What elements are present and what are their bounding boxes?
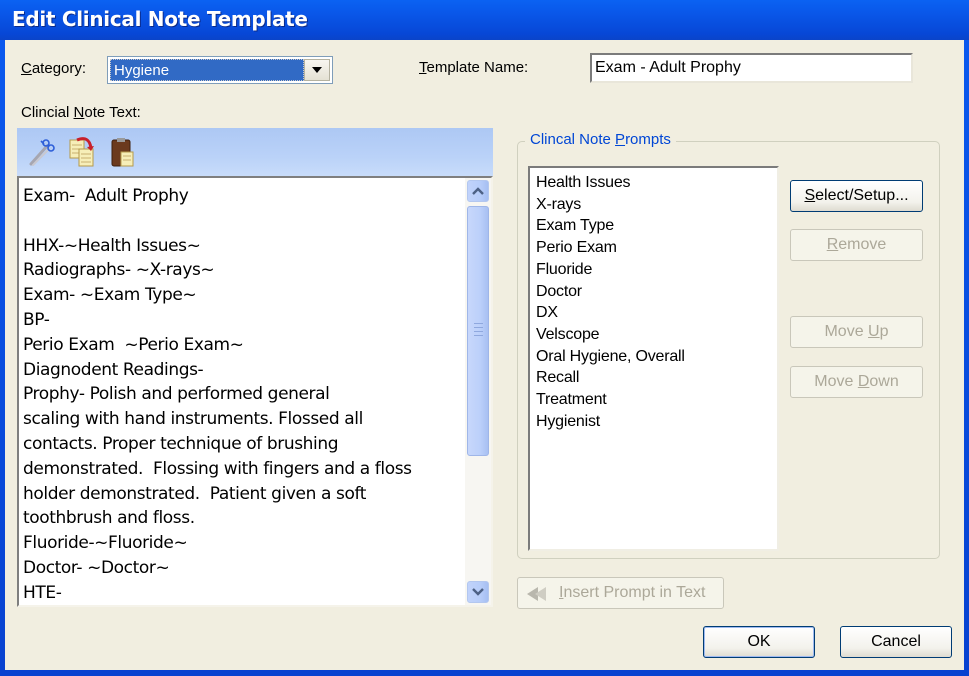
- chevron-down-icon: [472, 588, 484, 596]
- category-label-text: ategory:: [31, 60, 87, 77]
- double-arrow-left-icon: [527, 587, 546, 601]
- thumb-grip-line: [474, 335, 483, 336]
- ok-button[interactable]: OK: [703, 626, 815, 658]
- prompt-list-item[interactable]: Perio Exam: [536, 237, 777, 259]
- scroll-thumb[interactable]: [467, 206, 489, 456]
- category-dropdown[interactable]: Hygiene: [107, 56, 333, 84]
- remove-label: emove: [838, 236, 887, 253]
- category-label-mnemonic: C: [21, 60, 32, 77]
- note-text-label: Clincial Note Text:: [21, 104, 141, 121]
- note-text-label-text: ote Text:: [84, 104, 141, 121]
- select-setup-label: elect/Setup...: [815, 187, 909, 204]
- prompt-list-item[interactable]: Oral Hygiene, Overall: [536, 346, 777, 368]
- clinical-note-text-area[interactable]: Exam- Adult Prophy HHX-~Health Issues~ R…: [17, 176, 493, 607]
- prompt-list-item[interactable]: Velscope: [536, 324, 777, 346]
- template-name-label-text: emplate Name:: [426, 59, 529, 76]
- copy-icon[interactable]: [67, 136, 97, 168]
- prompt-list-item[interactable]: DX: [536, 302, 777, 324]
- chevron-down-icon: [312, 67, 322, 73]
- prompt-list-item[interactable]: Recall: [536, 367, 777, 389]
- insert-prompt-button[interactable]: Insert Prompt in Text: [517, 577, 724, 609]
- select-setup-button[interactable]: Select/Setup...: [790, 180, 923, 212]
- remove-mnemonic: R: [826, 236, 839, 253]
- paste-icon[interactable]: [109, 136, 139, 168]
- template-name-label-mnemonic: T: [419, 59, 427, 76]
- move-up-label: p: [879, 323, 889, 340]
- insert-prompt-text: nsert Prompt in Text: [563, 584, 706, 601]
- prompt-list-item[interactable]: X-rays: [536, 194, 777, 216]
- prompts-group-title: Clincal Note Prompts: [525, 131, 676, 148]
- prompts-title-prefix: Clincal Note: [530, 131, 616, 148]
- template-name-label: Template Name:: [419, 59, 528, 76]
- move-down-label: own: [869, 373, 899, 390]
- remove-button[interactable]: Remove: [790, 229, 923, 261]
- category-label: Category:: [21, 60, 86, 77]
- prompt-list-item[interactable]: Hygienist: [536, 411, 777, 433]
- note-text-label-prefix: Clincial: [21, 104, 74, 121]
- clinical-note-text[interactable]: Exam- Adult Prophy HHX-~Health Issues~ R…: [23, 184, 463, 606]
- prompt-list-item[interactable]: Doctor: [536, 281, 777, 303]
- chevron-up-icon: [472, 187, 484, 195]
- thumb-grip-line: [474, 327, 483, 328]
- title-bar[interactable]: Edit Clinical Note Template: [0, 0, 969, 40]
- prompts-title-text: rompts: [625, 131, 671, 148]
- select-setup-mnemonic: S: [804, 187, 816, 204]
- move-down-mnemonic: D: [857, 373, 870, 390]
- dialog-client-area: Category: Hygiene Template Name: Exam - …: [5, 40, 964, 670]
- prompt-list-item[interactable]: Treatment: [536, 389, 777, 411]
- window-title: Edit Clinical Note Template: [12, 7, 308, 31]
- template-name-input[interactable]: Exam - Adult Prophy: [590, 53, 913, 83]
- scroll-up-button[interactable]: [467, 180, 489, 202]
- prompt-list-item[interactable]: Health Issues: [536, 172, 777, 194]
- prompt-list-item[interactable]: Fluoride: [536, 259, 777, 281]
- dialog-window: Edit Clinical Note Template Category: Hy…: [0, 0, 969, 676]
- prompt-list-item[interactable]: Exam Type: [536, 215, 777, 237]
- editor-toolbar: [17, 128, 493, 176]
- category-selected-value: Hygiene: [110, 59, 304, 81]
- move-up-mnemonic: U: [868, 323, 880, 340]
- thumb-grip-line: [474, 323, 483, 324]
- move-up-prefix: Move: [824, 323, 869, 340]
- prompts-title-mnemonic: P: [615, 131, 626, 148]
- move-down-button[interactable]: Move Down: [790, 366, 923, 398]
- scroll-down-button[interactable]: [467, 581, 489, 603]
- thumb-grip-line: [474, 331, 483, 332]
- note-text-label-mnemonic: N: [73, 104, 85, 121]
- move-up-button[interactable]: Move Up: [790, 316, 923, 348]
- category-dropdown-button[interactable]: [304, 59, 330, 81]
- vertical-scrollbar[interactable]: [465, 178, 491, 605]
- prompts-listbox[interactable]: Health Issues X-rays Exam Type Perio Exa…: [528, 166, 779, 551]
- move-down-prefix: Move: [814, 373, 858, 390]
- cut-icon[interactable]: [27, 136, 57, 168]
- cancel-button[interactable]: Cancel: [840, 626, 952, 658]
- insert-prompt-label: Insert Prompt in Text: [559, 578, 705, 608]
